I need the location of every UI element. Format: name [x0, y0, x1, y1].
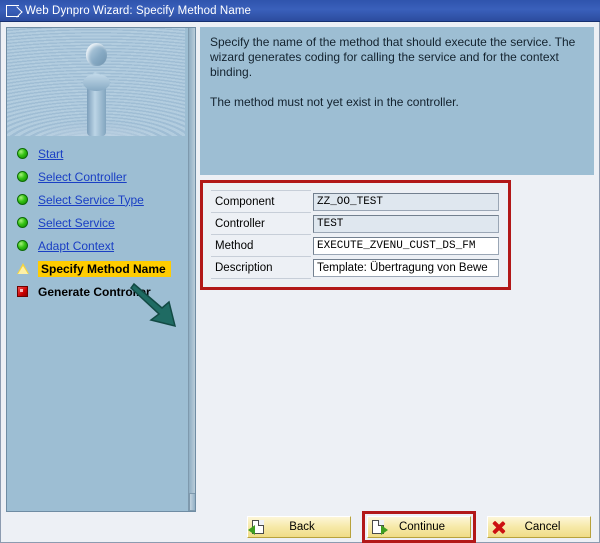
- sidebar-item-label: Adapt Context: [38, 238, 115, 253]
- sidebar-item-select-controller[interactable]: Select Controller: [7, 165, 185, 188]
- method-form-table: Component ZZ_OO_TEST Controller TEST Met…: [211, 190, 500, 279]
- droplet-column-icon: [83, 72, 110, 136]
- sidebar-scrollbar-thumb[interactable]: [189, 493, 195, 511]
- continue-button[interactable]: Continue: [362, 511, 476, 543]
- description-input[interactable]: Template: Übertragung von Bewe: [313, 258, 499, 277]
- back-button-label: Back: [289, 521, 315, 533]
- wizard-content: Specify the name of the method that shou…: [200, 27, 594, 512]
- red-square-icon: [15, 286, 30, 297]
- cancel-button-label: Cancel: [524, 521, 561, 533]
- page-forward-arrow-icon: [372, 520, 388, 535]
- instructions-panel: Specify the name of the method that shou…: [200, 27, 594, 175]
- window-title: Web Dynpro Wizard: Specify Method Name: [25, 4, 252, 17]
- yellow-warning-triangle-icon: [15, 263, 30, 274]
- form-label-description: Description: [211, 256, 311, 279]
- wizard-window: Web Dynpro Wizard: Specify Method Name S…: [0, 0, 600, 543]
- sidebar-item-label: Start: [38, 146, 64, 161]
- wizard-step-list: Start Select Controller Select Service T…: [7, 140, 185, 303]
- continue-button-label: Continue: [398, 521, 446, 533]
- droplet-top-icon: [86, 43, 107, 66]
- window-export-icon: [6, 4, 19, 17]
- red-x-icon: [492, 521, 505, 534]
- component-field: ZZ_OO_TEST: [313, 192, 499, 211]
- form-annotation-box: Component ZZ_OO_TEST Controller TEST Met…: [200, 180, 511, 290]
- wizard-sidebar: Start Select Controller Select Service T…: [6, 27, 196, 512]
- instructions-paragraph-1: Specify the name of the method that shou…: [210, 35, 576, 79]
- green-sphere-icon: [15, 194, 30, 205]
- method-input[interactable]: EXECUTE_ZVENU_CUST_DS_FM: [313, 236, 499, 255]
- form-row-component: Component ZZ_OO_TEST: [211, 190, 500, 213]
- form-label-component: Component: [211, 190, 311, 213]
- form-label-controller: Controller: [211, 212, 311, 235]
- sidebar-item-select-service[interactable]: Select Service: [7, 211, 185, 234]
- cancel-button[interactable]: Cancel: [487, 516, 591, 538]
- green-sphere-icon: [15, 148, 30, 159]
- sidebar-item-label: Select Controller: [38, 169, 127, 184]
- sidebar-item-select-service-type[interactable]: Select Service Type: [7, 188, 185, 211]
- sidebar-item-generate-controller[interactable]: Generate Controller: [7, 280, 185, 303]
- instructions-paragraph-2: The method must not yet exist in the con…: [210, 95, 459, 109]
- sidebar-item-label: Specify Method Name: [38, 260, 171, 277]
- water-droplet-splash-image: [7, 28, 185, 136]
- controller-field: TEST: [313, 214, 499, 233]
- page-back-arrow-icon: [248, 520, 264, 535]
- sidebar-item-label: Select Service: [38, 215, 115, 230]
- back-button[interactable]: Back: [247, 516, 351, 538]
- sidebar-item-label: Select Service Type: [38, 192, 144, 207]
- window-body: Start Select Controller Select Service T…: [0, 22, 600, 543]
- form-row-method: Method EXECUTE_ZVENU_CUST_DS_FM: [211, 234, 500, 257]
- form-row-controller: Controller TEST: [211, 212, 500, 235]
- sidebar-scrollbar[interactable]: [188, 28, 195, 511]
- sidebar-item-adapt-context[interactable]: Adapt Context: [7, 234, 185, 257]
- form-row-description: Description Template: Übertragung von Be…: [211, 256, 500, 279]
- sidebar-item-specify-method-name[interactable]: Specify Method Name: [7, 257, 185, 280]
- sidebar-item-start[interactable]: Start: [7, 142, 185, 165]
- sidebar-item-label: Generate Controller: [38, 284, 151, 299]
- method-form-wrapper: Component ZZ_OO_TEST Controller TEST Met…: [200, 180, 594, 290]
- green-sphere-icon: [15, 217, 30, 228]
- window-titlebar: Web Dynpro Wizard: Specify Method Name: [0, 0, 600, 22]
- green-sphere-icon: [15, 171, 30, 182]
- wizard-button-bar: Back Continue Cancel: [1, 511, 599, 543]
- form-label-method: Method: [211, 234, 311, 257]
- green-sphere-icon: [15, 240, 30, 251]
